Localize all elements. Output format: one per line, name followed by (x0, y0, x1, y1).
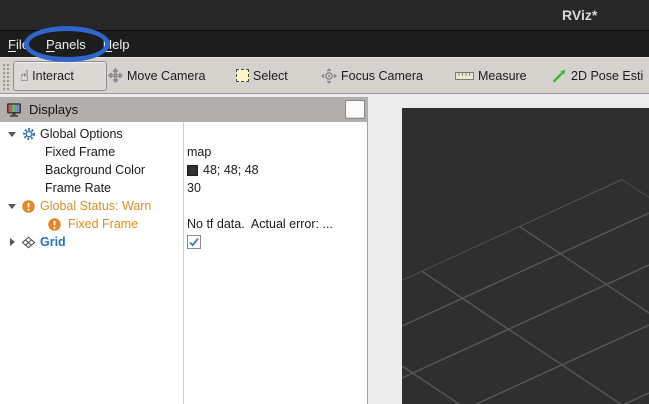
background-color-value[interactable]: 48; 48; 48 (203, 163, 259, 177)
grid-enabled-checkbox[interactable] (187, 235, 201, 249)
main-area: Displays Global Options (0, 94, 649, 404)
expander-open-icon[interactable] (7, 132, 17, 137)
displays-panel-header[interactable]: Displays (0, 97, 368, 122)
tool-2d-pose-estimate[interactable]: 2D Pose Esti (551, 58, 643, 93)
tool-focus-camera[interactable]: Focus Camera (321, 58, 423, 93)
tool-focus-camera-label: Focus Camera (341, 69, 423, 83)
fixed-frame-value[interactable]: map (187, 145, 211, 159)
expander-closed-icon[interactable] (7, 238, 17, 246)
displays-panel-title: Displays (29, 102, 78, 117)
row-label: Global Status: Warn (40, 199, 151, 213)
move-arrows-icon (108, 68, 123, 83)
warning-icon (21, 199, 36, 214)
tree-row-grid[interactable]: Grid (0, 233, 367, 251)
row-label: Fixed Frame (68, 217, 138, 231)
color-swatch (187, 165, 198, 176)
green-arrow-icon (551, 68, 567, 84)
toolbar-drag-handle[interactable] (2, 63, 9, 90)
tool-interact-label: Interact (32, 69, 74, 83)
menu-help[interactable]: Help (101, 37, 132, 52)
gear-icon (21, 127, 36, 142)
tool-interact-button[interactable]: ☝ Interact (13, 61, 107, 91)
menu-file[interactable]: File (6, 37, 31, 52)
tree-row-frame-rate[interactable]: Frame Rate 30 (0, 179, 367, 197)
checkmark-icon (188, 236, 200, 248)
selection-box-icon (236, 69, 249, 82)
panel-header-button[interactable] (345, 100, 365, 119)
grid-display-icon (21, 235, 36, 250)
status-message: No tf data. Actual error: ... (187, 217, 333, 231)
frame-rate-value[interactable]: 30 (187, 181, 201, 195)
tool-move-camera-label: Move Camera (127, 69, 206, 83)
rviz-window: RViz* File Panels Help ☝ Interact (0, 0, 649, 404)
menu-panels[interactable]: Panels (44, 37, 88, 52)
monitor-icon (6, 102, 22, 118)
hand-pointer-icon: ☝ (20, 69, 29, 84)
row-label: Fixed Frame (45, 145, 115, 159)
row-label: Frame Rate (45, 181, 111, 195)
expander-open-icon[interactable] (7, 204, 17, 209)
tree-row-global-status[interactable]: Global Status: Warn (0, 197, 367, 215)
tool-measure-label: Measure (478, 69, 527, 83)
tree-row-global-options[interactable]: Global Options (0, 125, 367, 143)
tool-select-label: Select (253, 69, 288, 83)
toolbar: ☝ Interact Move Camera Select (0, 57, 649, 94)
tool-measure[interactable]: Measure (455, 58, 527, 93)
row-label: Global Options (40, 127, 123, 141)
window-title: RViz* (562, 0, 597, 30)
tool-select[interactable]: Select (236, 58, 288, 93)
tool-2d-pose-estimate-label: 2D Pose Esti (571, 69, 643, 83)
focus-crosshair-icon (321, 68, 337, 84)
menu-bar: File Panels Help (0, 30, 649, 57)
ruler-icon (455, 71, 474, 81)
row-label: Grid (40, 235, 66, 249)
displays-tree: Global Options Fixed Frame map Backgroun… (0, 122, 368, 404)
ground-grid (402, 108, 649, 404)
warning-icon (47, 217, 62, 232)
tree-row-fixed-frame[interactable]: Fixed Frame map (0, 143, 367, 161)
row-label: Background Color (45, 163, 145, 177)
tree-row-status-fixed-frame[interactable]: Fixed Frame No tf data. Actual error: ..… (0, 215, 367, 233)
tree-row-background-color[interactable]: Background Color 48; 48; 48 (0, 161, 367, 179)
title-bar: RViz* (0, 0, 649, 30)
tool-move-camera[interactable]: Move Camera (108, 58, 206, 93)
3d-viewport[interactable] (402, 108, 649, 404)
